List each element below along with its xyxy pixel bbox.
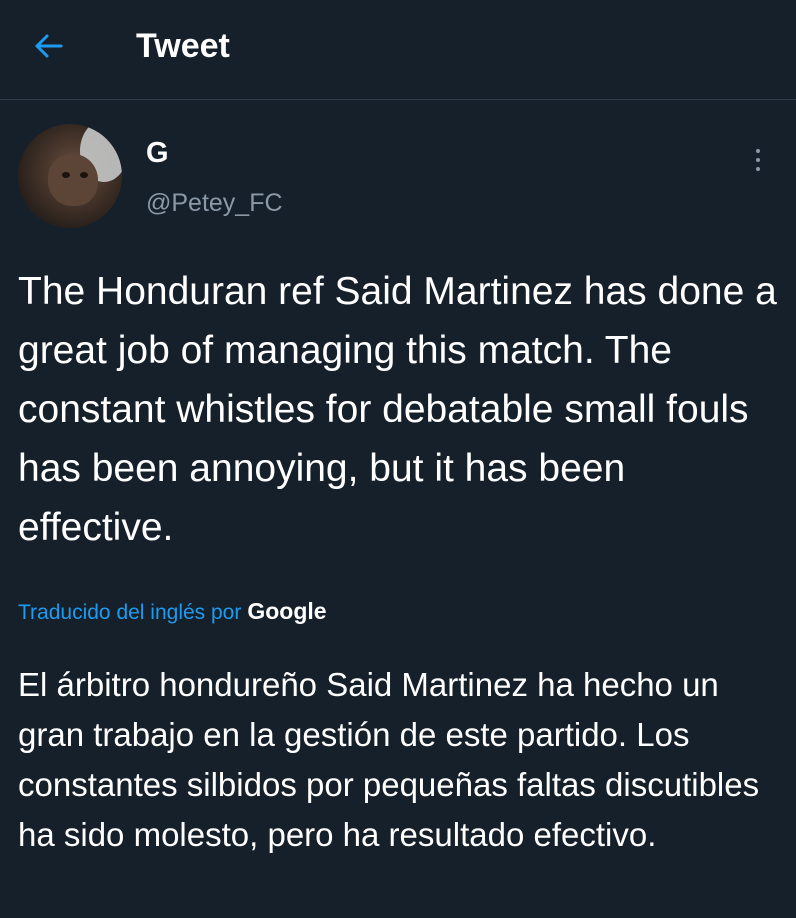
author-handle[interactable]: @Petey_FC (146, 188, 283, 218)
arrow-left-icon (35, 34, 63, 58)
top-bar: Tweet (0, 0, 796, 100)
vertical-ellipsis-icon (756, 149, 760, 153)
author-name[interactable]: G (146, 136, 169, 170)
translation-attribution: Traducido del inglés por Google (18, 598, 327, 632)
tweet-text: The Honduran ref Said Martinez has done … (18, 270, 777, 549)
page-title: Tweet (136, 27, 230, 65)
translated-text: El árbitro hondureño Said Martinez ha he… (18, 666, 760, 853)
avatar[interactable] (18, 124, 122, 228)
translation-link[interactable]: Traducido del inglés por (18, 601, 241, 625)
google-logo: Google (247, 598, 327, 624)
back-button[interactable] (26, 24, 70, 68)
more-options-button[interactable] (744, 140, 772, 180)
